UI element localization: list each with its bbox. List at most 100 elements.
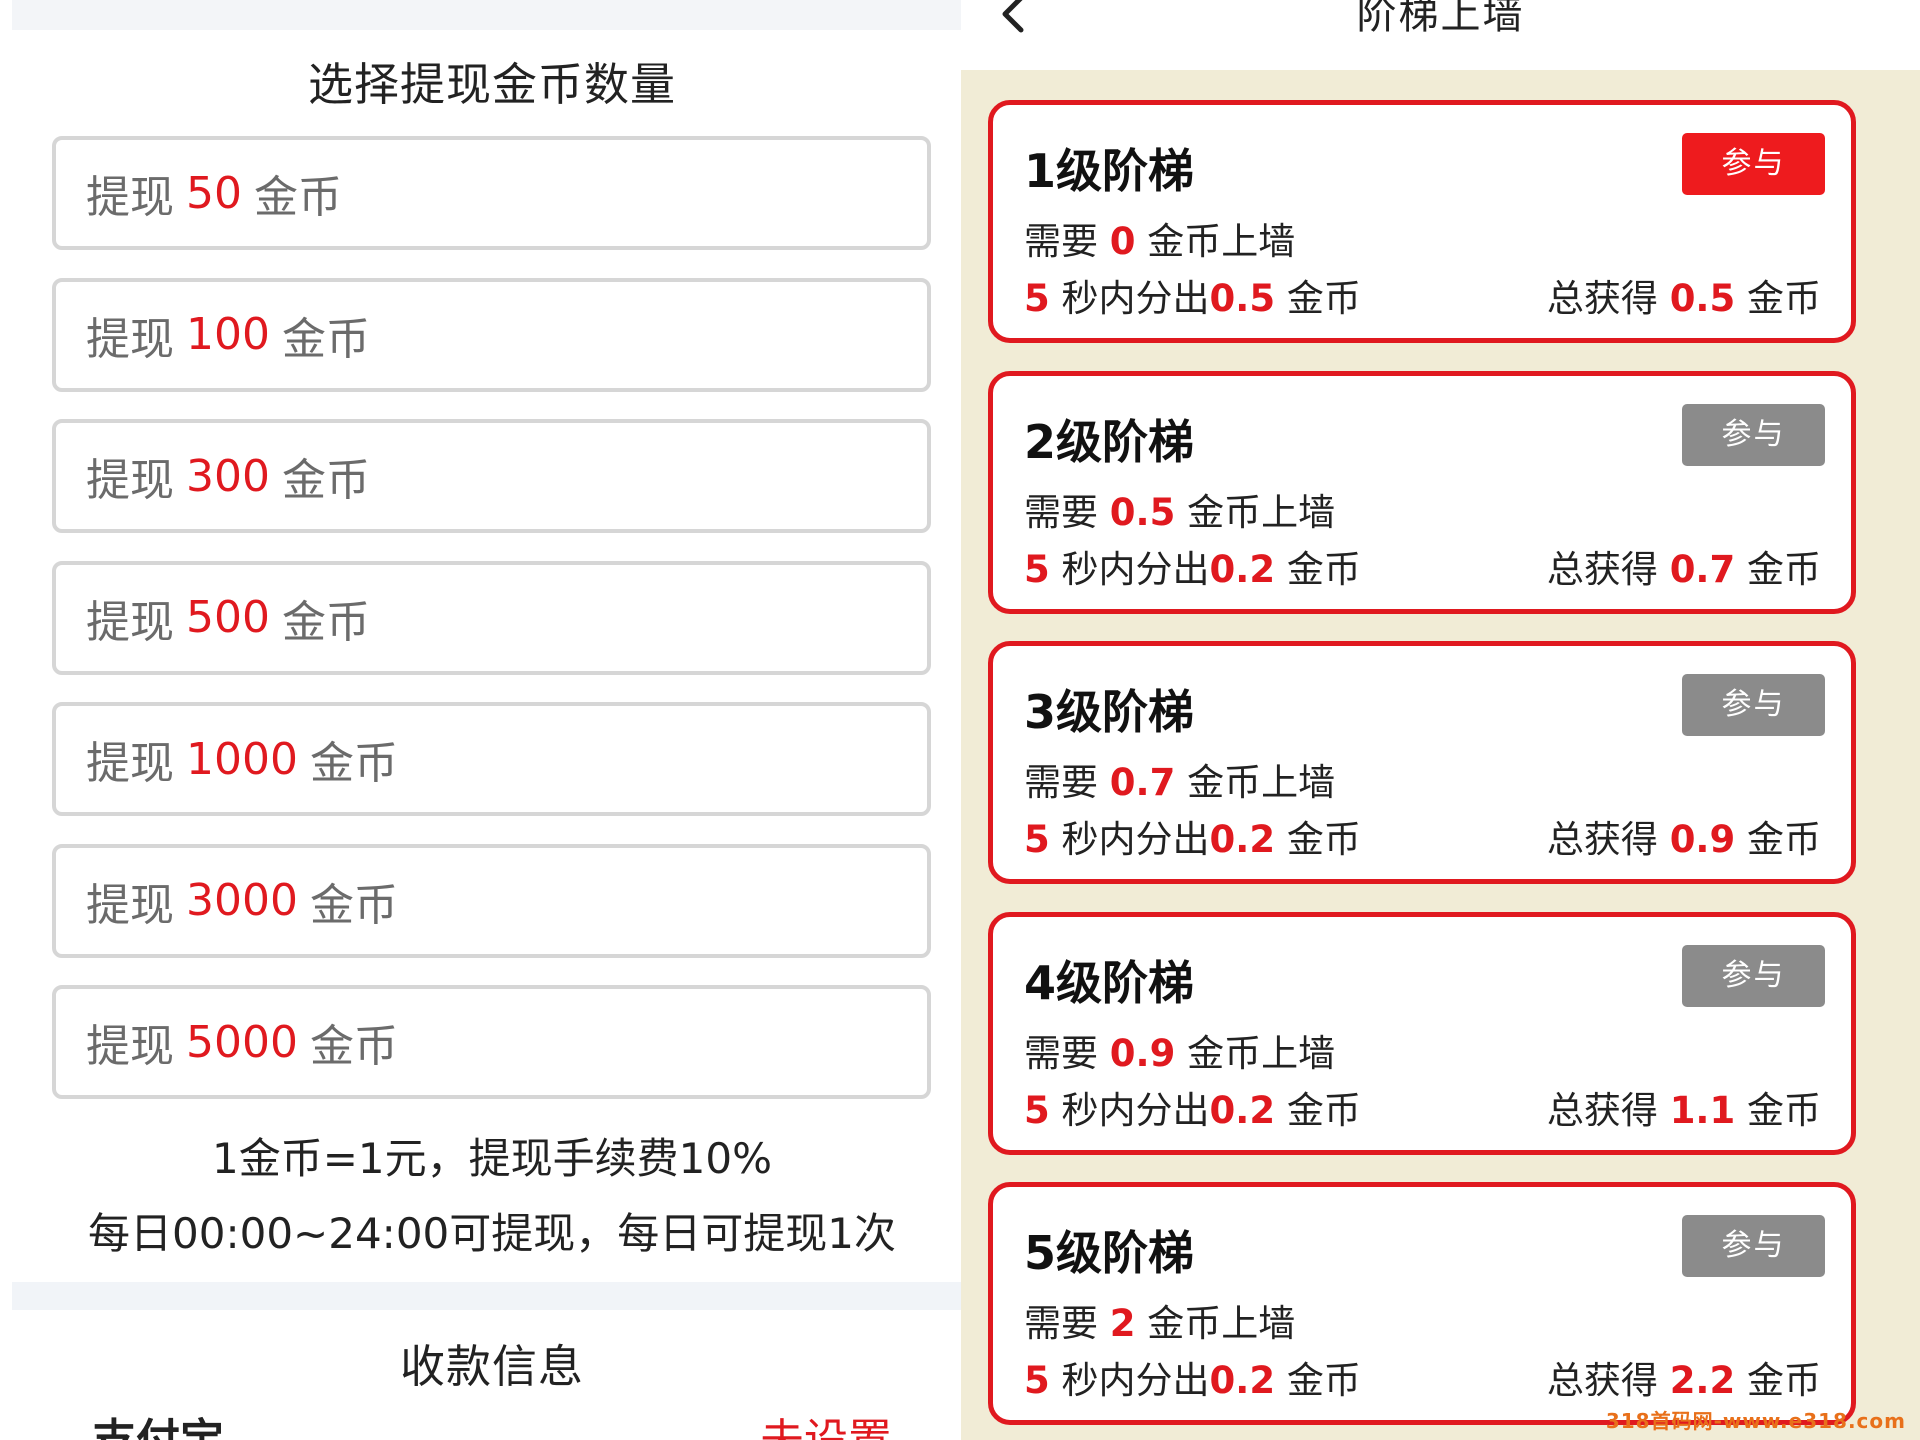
split-value: 0.2 <box>1209 1359 1276 1402</box>
amount-prefix: 提现 <box>86 738 174 789</box>
amount-suffix: 金币 <box>309 738 398 789</box>
split-middle: 秒内分出 <box>1049 1359 1210 1402</box>
split-seconds: 5 <box>1024 818 1050 861</box>
tier-split: 5 秒内分出0.2 金币 <box>1024 539 1361 593</box>
total-value: 0.9 <box>1669 818 1736 861</box>
top-divider <box>12 0 961 30</box>
split-seconds: 5 <box>1024 1359 1050 1402</box>
split-middle: 秒内分出 <box>1049 818 1210 861</box>
total-prefix: 总获得 <box>1546 1088 1670 1132</box>
need-prefix: 需要 <box>1024 1302 1110 1345</box>
total-suffix: 金币 <box>1735 1088 1821 1132</box>
total-suffix: 金币 <box>1735 547 1821 591</box>
page-title: 阶梯上墙 <box>1356 0 1525 38</box>
tier-name: 4级阶梯 <box>1024 955 1195 1010</box>
split-seconds: 5 <box>1024 277 1050 320</box>
tier-card: 4级阶梯 参与 需要 0.9 金币上墙 5 秒内分出0.2 金币 总获得 1.1 金币 <box>988 911 1856 1155</box>
amount-suffix: 金币 <box>309 1021 398 1072</box>
amount-suffix: 金币 <box>254 172 342 223</box>
need-value: 0 <box>1109 220 1136 263</box>
tier-name: 1级阶梯 <box>1024 144 1195 198</box>
withdraw-amount-option[interactable]: 提现 300 金币 <box>52 419 931 533</box>
tier-split: 5 秒内分出0.5 金币 <box>1024 268 1361 322</box>
payment-status: 未设置 <box>760 1404 892 1440</box>
total-value: 0.7 <box>1669 547 1736 591</box>
amount-prefix: 提现 <box>86 455 174 506</box>
need-prefix: 需要 <box>1024 220 1110 263</box>
amount-prefix: 提现 <box>86 1021 174 1072</box>
amount-value: 500 <box>186 592 270 643</box>
withdraw-amount-option[interactable]: 提现 100 金币 <box>52 277 931 392</box>
tier-card: 1级阶梯 参与 需要 0 金币上墙 5 秒内分出0.5 金币 总获得 0.5 金币 <box>988 100 1856 343</box>
split-seconds: 5 <box>1024 547 1050 591</box>
amount-value: 3000 <box>186 875 298 926</box>
amount-suffix: 金币 <box>281 596 370 648</box>
amount-prefix: 提现 <box>86 596 174 648</box>
tier-card: 2级阶梯 参与需要 0.5 金币上墙 5 秒内分出0.2 金币 总获得 0.7 金币 <box>988 370 1856 614</box>
total-value: 1.1 <box>1669 1088 1736 1132</box>
tier-panel: 阶梯上墙 1级阶梯 参与 需要 0 金币上墙 5 秒内分出0.5 金币 总获得 0.5 … <box>961 0 1920 1440</box>
need-suffix: 金币上墙 <box>1135 1302 1296 1345</box>
split-middle: 秒内分出 <box>1049 1088 1210 1132</box>
tier-total: 总获得 0.9 金币 <box>1547 809 1821 863</box>
tier-total: 总获得 2.2 金币 <box>1547 1350 1821 1404</box>
need-suffix: 金币上墙 <box>1175 761 1336 804</box>
amount-option-list: 提现 50 金币 提现 100 金币 提现 300 金币 提现 500 金币 提现 1000 金币 提现 300… <box>52 136 931 1127</box>
join-button[interactable]: 参与 <box>1682 1215 1825 1277</box>
split-seconds: 5 <box>1024 1088 1050 1132</box>
tier-name: 3级阶梯 <box>1024 685 1195 739</box>
tier-name: 5级阶梯 <box>1024 1226 1195 1280</box>
tier-total: 总获得 0.7 金币 <box>1547 539 1821 593</box>
need-suffix: 金币上墙 <box>1175 1031 1336 1075</box>
withdraw-section-title: 选择提现金币数量 <box>307 58 676 111</box>
time-note: 每日00:00~24:00可提现，每日可提现1次 <box>88 1209 896 1258</box>
amount-value: 300 <box>186 450 270 502</box>
need-value: 2 <box>1109 1302 1136 1345</box>
total-prefix: 总获得 <box>1546 818 1670 861</box>
amount-suffix: 金币 <box>281 455 370 506</box>
need-value: 0.7 <box>1109 761 1176 804</box>
tier-requirement: 需要 0 金币上墙 <box>1024 211 1295 265</box>
tier-split: 5 秒内分出0.2 金币 <box>1024 809 1361 863</box>
split-value: 0.2 <box>1209 818 1276 861</box>
tier-name: 2级阶梯 <box>1024 414 1195 469</box>
watermark: 318首码网-www.e318.com <box>1605 1409 1906 1433</box>
withdraw-amount-option[interactable]: 提现 1000 金币 <box>52 702 931 816</box>
tier-requirement: 需要 0.7 金币上墙 <box>1024 752 1335 806</box>
tier-split: 5 秒内分出0.2 金币 <box>1024 1350 1361 1404</box>
need-prefix: 需要 <box>1024 490 1110 534</box>
tier-requirement: 需要 2 金币上墙 <box>1024 1293 1295 1347</box>
total-value: 0.5 <box>1669 277 1736 320</box>
join-button[interactable]: 参与 <box>1682 944 1825 1007</box>
tier-total: 总获得 0.5 金币 <box>1547 268 1821 322</box>
total-prefix: 总获得 <box>1546 277 1670 320</box>
withdraw-amount-option[interactable]: 提现 5000 金币 <box>52 985 931 1099</box>
split-value: 0.2 <box>1209 547 1276 591</box>
split-middle: 秒内分出 <box>1049 277 1210 320</box>
header-bar: 阶梯上墙 <box>961 0 1920 70</box>
total-prefix: 总获得 <box>1546 1359 1670 1402</box>
payment-method-row[interactable]: 支付宝 未设置 <box>92 1404 892 1440</box>
total-suffix: 金币 <box>1735 818 1821 861</box>
tier-card: 3级阶梯 参与 需要 0.7 金币上墙 5 秒内分出0.2 金币 总获得 0.9 金币 <box>988 641 1856 884</box>
amount-value: 100 <box>186 309 270 360</box>
split-suffix: 金币 <box>1275 818 1361 861</box>
amount-value: 1000 <box>186 733 298 785</box>
need-prefix: 需要 <box>1024 761 1110 804</box>
withdraw-amount-option[interactable]: 提现 3000 金币 <box>52 843 931 958</box>
withdraw-amount-option[interactable]: 提现 50 金币 <box>52 136 931 250</box>
need-suffix: 金币上墙 <box>1175 490 1336 534</box>
join-button[interactable]: 参与 <box>1682 403 1825 466</box>
split-suffix: 金币 <box>1275 1359 1361 1402</box>
tier-total: 总获得 1.1 金币 <box>1547 1080 1821 1134</box>
split-suffix: 金币 <box>1275 1088 1361 1132</box>
join-button[interactable]: 参与 <box>1682 133 1825 195</box>
split-suffix: 金币 <box>1275 277 1361 320</box>
need-prefix: 需要 <box>1024 1031 1110 1075</box>
withdraw-amount-option[interactable]: 提现 500 金币 <box>52 560 931 675</box>
need-suffix: 金币上墙 <box>1135 220 1296 263</box>
amount-suffix: 金币 <box>309 879 398 931</box>
tier-list: 1级阶梯 参与 需要 0 金币上墙 5 秒内分出0.5 金币 总获得 0.5 金币 2级阶… <box>988 100 1856 1440</box>
need-value: 0.5 <box>1109 490 1176 534</box>
join-button[interactable]: 参与 <box>1682 674 1825 736</box>
